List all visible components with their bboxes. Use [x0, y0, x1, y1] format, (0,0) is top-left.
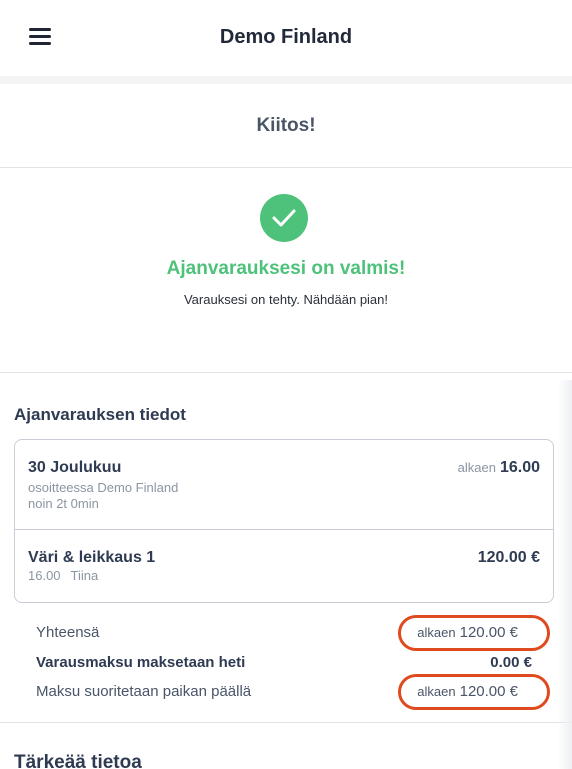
service-name: Väri & leikkaus 1 [28, 549, 156, 566]
thanks-title: Kiitos! [256, 114, 316, 136]
appointment-date: 30 Joulukuu [28, 459, 122, 476]
onsite-label: Maksu suoritetaan paikan päällä [36, 683, 252, 700]
scroll-edge-shadow [558, 380, 572, 769]
booking-card: 30 Joulukuu osoitteessa Demo Finland noi… [14, 439, 554, 603]
service-staff: Tiina [70, 568, 99, 583]
success-title: Ajanvarauksesi on valmis! [166, 258, 406, 279]
deposit-value: 0.00 € [490, 654, 532, 671]
appointment-location: osoitteessa Demo Finland [28, 480, 179, 495]
booking-details-title: Ajanvarauksen tiedot [14, 405, 186, 424]
time-value: 16.00 [499, 459, 540, 476]
total-label: Yhteensä [36, 624, 100, 641]
business-name: Demo Finland [219, 26, 353, 48]
appointment-row: 30 Joulukuu osoitteessa Demo Finland noi… [15, 440, 553, 530]
time-prefix: alkaen [457, 460, 496, 475]
section-divider [0, 722, 572, 723]
thanks-header: Kiitos! [0, 84, 572, 168]
highlight-total [398, 615, 550, 651]
important-info-title: Tärkeää tietoa [14, 752, 142, 769]
appointment-duration: noin 2t 0min [28, 496, 99, 511]
service-price: 120.00 € [477, 549, 540, 566]
check-circle-icon [260, 194, 308, 242]
service-time: 16.00 [28, 568, 61, 583]
service-meta: 16.00 Tiina [28, 568, 98, 583]
top-bar: Demo Finland [0, 0, 572, 76]
success-block: Ajanvarauksesi on valmis! Varauksesi on … [0, 168, 572, 373]
success-message: Varauksesi on tehty. Nähdään pian! [183, 292, 389, 307]
deposit-label: Varausmaksu maksetaan heti [36, 654, 246, 671]
highlight-onsite [398, 674, 550, 710]
appointment-time: alkaen 16.00 [458, 459, 540, 477]
